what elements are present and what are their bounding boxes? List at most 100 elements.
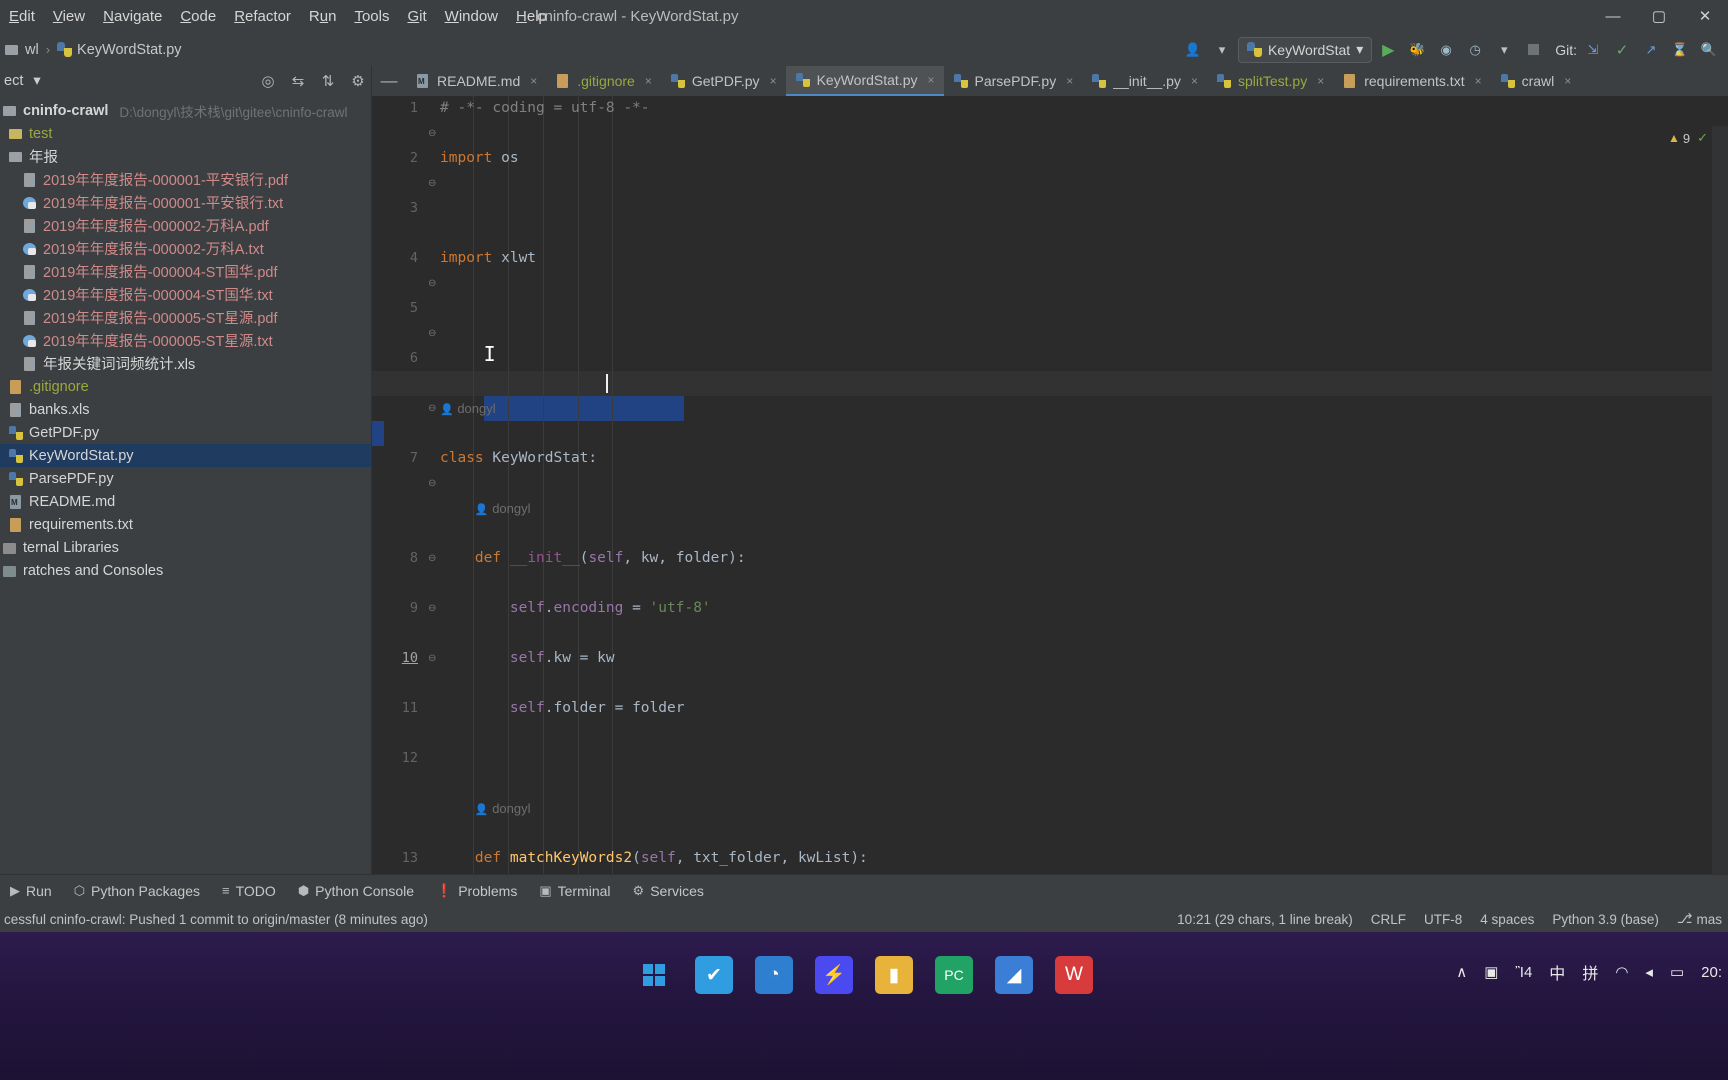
- editor-viewport[interactable]: 1 # -*- coding = utf-8 -*- 2 import os 3 4 imp…: [372, 96, 1728, 874]
- editor-tab-close-icon[interactable]: ×: [1475, 74, 1482, 88]
- avatar-caret-icon[interactable]: ▾: [1209, 37, 1235, 63]
- code-line[interactable]: 9 self.encoding = 'utf-8': [372, 596, 1728, 621]
- tool-window-button-terminal[interactable]: ▣ Terminal: [529, 875, 620, 907]
- tool-window-button-todo[interactable]: ≡ TODO: [212, 875, 286, 907]
- tree-item[interactable]: requirements.txt: [0, 513, 371, 536]
- project-pane-title[interactable]: ect: [4, 73, 23, 89]
- project-file-tree[interactable]: cninfo-crawl D:\dongyl\技术栈\git\gitee\cnin…: [0, 96, 371, 582]
- pycharm-app[interactable]: PC: [935, 956, 973, 994]
- tray-wifi-icon[interactable]: ◠: [1615, 963, 1628, 981]
- minimize-button[interactable]: —: [1590, 0, 1636, 33]
- tree-item[interactable]: 2019年年度报告-000002-万科A.txt: [0, 237, 371, 260]
- caret-position[interactable]: 10:21 (29 chars, 1 line break): [1177, 912, 1353, 927]
- tree-item[interactable]: test: [0, 122, 371, 145]
- taskbar-items[interactable]: ✔ ◔ ⚡ ▮ PC ◢ W: [635, 956, 1093, 994]
- code-fold-marker[interactable]: ⊖: [428, 178, 436, 189]
- tree-item[interactable]: KeyWordStat.py: [0, 444, 371, 467]
- code-fold-marker[interactable]: ⊖: [428, 653, 436, 664]
- indent-setting[interactable]: 4 spaces: [1480, 912, 1534, 927]
- tree-item[interactable]: 年报: [0, 145, 371, 168]
- run-configuration-selector[interactable]: KeyWordStat ▾: [1237, 36, 1373, 63]
- taskbar-clock[interactable]: 20:: [1701, 964, 1722, 981]
- tree-item[interactable]: 2019年年度报告-000005-ST星源.txt: [0, 329, 371, 352]
- system-tray[interactable]: ∧ ▣ Ἲ4 中拼 ◠ ◂ ▭ 20:: [1456, 960, 1722, 984]
- code-line[interactable]: 3: [372, 196, 1728, 221]
- tool-window-button-python-console[interactable]: ⬢ Python Console: [288, 875, 424, 907]
- git-history-icon[interactable]: ⌛: [1667, 37, 1693, 63]
- tree-item[interactable]: GetPDF.py: [0, 421, 371, 444]
- code-line[interactable]: 1 # -*- coding = utf-8 -*-: [372, 96, 1728, 121]
- run-button[interactable]: ▶: [1375, 37, 1401, 63]
- editor-tab-close-icon[interactable]: ×: [1066, 74, 1073, 88]
- editor-tab[interactable]: README.md ×: [406, 66, 546, 96]
- code-line[interactable]: 10 self.kw = kw: [372, 646, 1728, 671]
- git-push-icon[interactable]: ↗: [1638, 37, 1664, 63]
- more-run-options-caret-icon[interactable]: ▾: [1491, 37, 1517, 63]
- tray-chevron-icon[interactable]: ∧: [1456, 963, 1467, 981]
- user-avatar-icon[interactable]: 👤: [1180, 37, 1206, 63]
- code-line[interactable]: 12: [372, 746, 1728, 771]
- code-fold-marker[interactable]: ⊖: [428, 553, 436, 564]
- tree-item[interactable]: README.md: [0, 490, 371, 513]
- git-branch[interactable]: mas: [1696, 912, 1722, 927]
- git-update-icon[interactable]: ⇲: [1580, 37, 1606, 63]
- tool-window-button-run[interactable]: ▶ Run: [0, 875, 62, 907]
- expand-all-icon[interactable]: ⇆: [289, 72, 307, 90]
- editor-tab[interactable]: crawl ×: [1491, 66, 1581, 96]
- tray-mic-icon[interactable]: Ἲ4: [1515, 964, 1532, 981]
- tree-item[interactable]: cninfo-crawl D:\dongyl\技术栈\git\gitee\cnin…: [0, 99, 371, 122]
- start-button[interactable]: [635, 956, 673, 994]
- editor-tab-close-icon[interactable]: ×: [1317, 74, 1324, 88]
- tree-item[interactable]: ratches and Consoles: [0, 559, 371, 582]
- menu-item-git[interactable]: Git: [398, 0, 435, 33]
- inspection-warning-chip[interactable]: ▲ 9 ✓: [1668, 130, 1708, 146]
- editor-tab-close-icon[interactable]: ×: [927, 73, 934, 87]
- ime-lang-icon[interactable]: 中: [1549, 960, 1565, 984]
- close-button[interactable]: ✕: [1682, 0, 1728, 33]
- code-fold-marker[interactable]: ⊖: [428, 278, 436, 289]
- breadcrumb-project[interactable]: cninfo-crawl wl: [0, 42, 43, 58]
- menu-item-run[interactable]: Run: [300, 0, 346, 33]
- code-fold-marker[interactable]: ⊖: [428, 603, 436, 614]
- tree-item[interactable]: ParsePDF.py: [0, 467, 371, 490]
- inspection-error-stripe[interactable]: [1712, 126, 1728, 874]
- tree-item[interactable]: 年报关键词词频统计.xls: [0, 352, 371, 375]
- code-line[interactable]: 6: [372, 346, 1728, 371]
- lightning-app[interactable]: ⚡: [815, 956, 853, 994]
- editor-tab[interactable]: KeyWordStat.py ×: [785, 66, 944, 96]
- project-pane-caret-icon[interactable]: ▾: [33, 73, 40, 89]
- python-interpreter[interactable]: Python 3.9 (base): [1552, 912, 1659, 927]
- profile-button[interactable]: ◷: [1462, 37, 1488, 63]
- line-separator[interactable]: CRLF: [1371, 912, 1406, 927]
- tray-battery-icon[interactable]: ▭: [1670, 963, 1684, 981]
- code-line[interactable]: 13 def matchKeyWords2(self, txt_folder, …: [372, 846, 1728, 871]
- tree-item[interactable]: 2019年年度报告-000002-万科A.pdf: [0, 214, 371, 237]
- editor-tab[interactable]: __init__.py ×: [1082, 66, 1207, 96]
- settings-gear-icon[interactable]: ⚙: [349, 72, 367, 90]
- tool-window-bar[interactable]: ▶ Run ⬡ Python Packages ≡ TODO ⬢ Python Console…: [0, 874, 1728, 906]
- tree-item[interactable]: 2019年年度报告-000004-ST国华.txt: [0, 283, 371, 306]
- hide-tabs-icon[interactable]: —: [372, 66, 406, 96]
- run-coverage-button[interactable]: ◉: [1433, 37, 1459, 63]
- tree-item[interactable]: 2019年年度报告-000001-平安银行.pdf: [0, 168, 371, 191]
- code-line[interactable]: 2 import os: [372, 146, 1728, 171]
- editor-tab[interactable]: GetPDF.py ×: [661, 66, 786, 96]
- todo-app[interactable]: ✔: [695, 956, 733, 994]
- editor-tab[interactable]: splitTest.py ×: [1207, 66, 1333, 96]
- tool-window-button-python-packages[interactable]: ⬡ Python Packages: [64, 875, 210, 907]
- editor-tab[interactable]: ParsePDF.py ×: [944, 66, 1083, 96]
- editor-tab[interactable]: .gitignore ×: [546, 66, 661, 96]
- tray-volume-icon[interactable]: ◂: [1645, 963, 1653, 981]
- search-everywhere-icon[interactable]: 🔍: [1696, 37, 1722, 63]
- collapse-all-icon[interactable]: ⇅: [319, 72, 337, 90]
- git-commit-icon[interactable]: ✓: [1609, 37, 1635, 63]
- menu-item-view[interactable]: View: [44, 0, 94, 33]
- tree-item[interactable]: 2019年年度报告-000005-ST星源.pdf: [0, 306, 371, 329]
- code-fold-marker[interactable]: ⊖: [428, 328, 436, 339]
- code-fold-marker[interactable]: ⊖: [428, 403, 436, 414]
- menu-item-refactor[interactable]: Refactor: [225, 0, 300, 33]
- editor-tab-close-icon[interactable]: ×: [1191, 74, 1198, 88]
- tree-item[interactable]: banks.xls: [0, 398, 371, 421]
- menu-item-edit[interactable]: Edit: [0, 0, 44, 33]
- code-content[interactable]: 1 # -*- coding = utf-8 -*- 2 import os 3 4 imp…: [372, 96, 1728, 874]
